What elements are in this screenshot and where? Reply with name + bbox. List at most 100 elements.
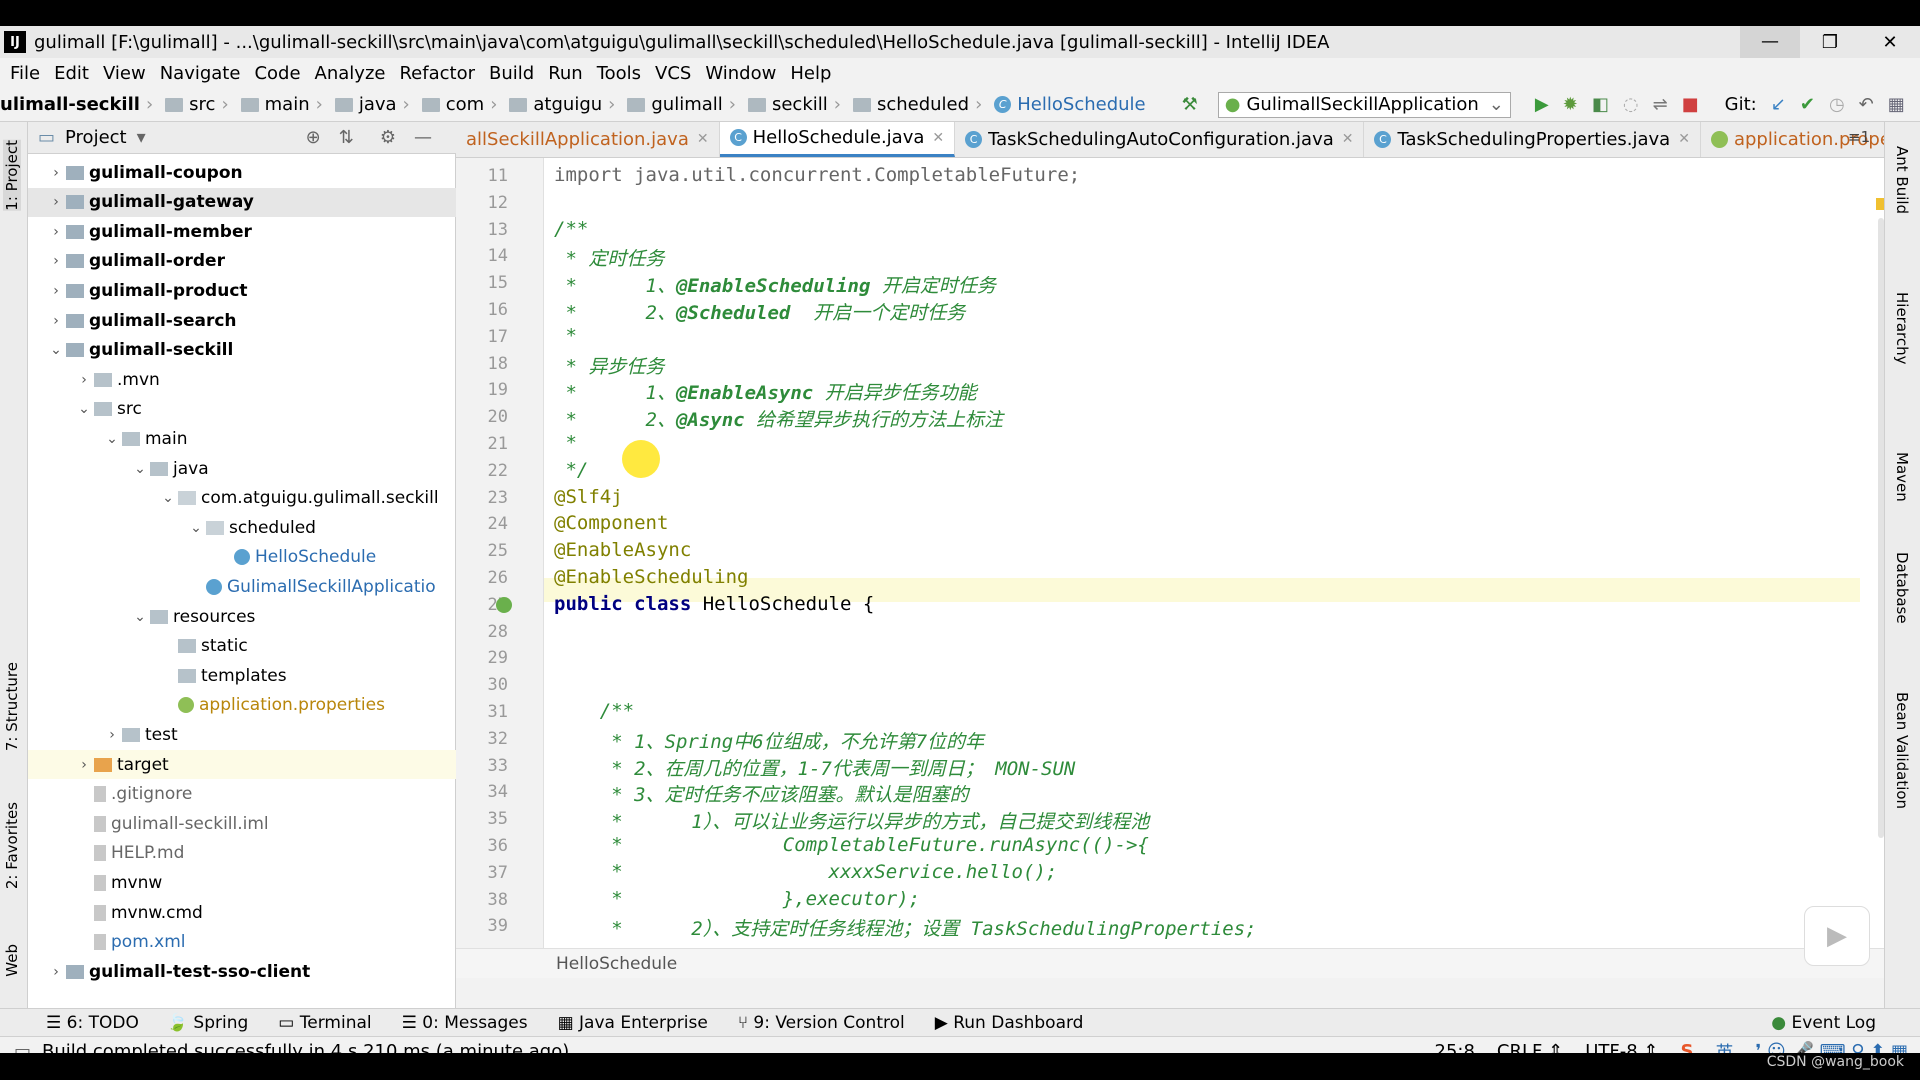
close-icon[interactable]: ✕ [697, 131, 709, 147]
code-line[interactable]: * },executor); [554, 888, 920, 910]
debug-icon[interactable]: ✹ [1563, 94, 1578, 115]
minimize-button[interactable]: — [1740, 26, 1800, 58]
chevron-down-icon[interactable]: ⌄ [130, 461, 150, 477]
code-line[interactable]: * 1、@EnableScheduling 开启定时任务 [554, 271, 995, 298]
line-separator[interactable]: CRLF ⇕ [1497, 1041, 1563, 1053]
hammer-build-icon[interactable]: ⚒ [1182, 94, 1198, 115]
attach-icon[interactable]: ⇌ [1653, 94, 1668, 115]
editor-tab[interactable]: C TaskSchedulingAutoConfiguration.java ✕ [955, 122, 1365, 157]
tree-item[interactable]: › test [28, 720, 456, 749]
tree-item[interactable]: HELP.md [28, 839, 456, 868]
close-icon[interactable]: ✕ [932, 130, 944, 146]
tool-tab-bean-validation[interactable]: Bean Validation [1893, 692, 1911, 809]
code-line[interactable]: import java.util.concurrent.CompletableF… [554, 164, 1080, 186]
crumb-com[interactable]: com › [421, 94, 504, 115]
chevron-right-icon[interactable]: › [46, 964, 66, 980]
git-history-icon[interactable]: ◷ [1829, 94, 1845, 115]
code-line[interactable]: * 1、@EnableAsync 开启异步任务功能 [554, 378, 976, 405]
code-line[interactable]: public class HelloSchedule { [554, 593, 874, 615]
menu-refactor[interactable]: Refactor [399, 63, 475, 84]
tool-event-log[interactable]: ● Event Log [1771, 1013, 1876, 1033]
tool-tab-structure[interactable]: 7: Structure [3, 662, 21, 751]
menu-view[interactable]: View [103, 63, 146, 84]
tree-item[interactable]: ⌄ java [28, 454, 456, 483]
chevron-down-icon[interactable]: ⌄ [74, 401, 94, 417]
close-icon[interactable]: ✕ [1342, 131, 1354, 147]
tree-item[interactable]: mvnw [28, 868, 456, 897]
crumb-main[interactable]: main › [240, 94, 329, 115]
chevron-right-icon[interactable]: › [102, 727, 122, 743]
tabs-more-button[interactable]: ≡1 [1848, 128, 1870, 146]
tree-item[interactable]: .gitignore [28, 780, 456, 809]
code-line[interactable]: * 2、@Scheduled 开启一个定时任务 [554, 298, 965, 325]
close-icon[interactable]: ✕ [1678, 131, 1690, 147]
code-line[interactable]: * [554, 432, 576, 454]
status-toggle-icon[interactable]: ▭ [14, 1041, 31, 1053]
code-line[interactable]: * 2、在周几的位置，1-7代表周一到周日； MON-SUN [554, 754, 1075, 781]
code-line[interactable]: @EnableAsync [554, 539, 691, 561]
chevron-down-icon[interactable]: ⌄ [186, 520, 206, 536]
crumb-gulimall[interactable]: gulimall › [627, 94, 742, 115]
gear-icon[interactable]: ⚙ [380, 127, 396, 148]
editor-tab[interactable]: C TaskSchedulingProperties.java ✕ [1364, 122, 1701, 157]
run-configuration-select[interactable]: ● GulimallSeckillApplication ⌄ [1217, 91, 1511, 118]
close-button[interactable]: ✕ [1860, 32, 1920, 53]
code-line[interactable]: * 异步任务 [554, 352, 664, 379]
menu-edit[interactable]: Edit [54, 63, 89, 84]
tree-item[interactable]: GulimallSeckillApplicatio [28, 572, 456, 601]
ime-language[interactable]: 英 [1715, 1039, 1733, 1054]
tool-messages[interactable]: ☰ 0: Messages [402, 1013, 528, 1033]
tool-tab-favorites[interactable]: 2: Favorites [3, 802, 21, 889]
tool-tab-project[interactable]: 1: Project [3, 140, 21, 211]
tool-tab-maven[interactable]: Maven [1893, 452, 1911, 502]
crumb-class[interactable]: C HelloSchedule [994, 94, 1146, 115]
project-structure-icon[interactable]: ▦ [1888, 94, 1905, 115]
crumb-module[interactable]: ulimall-seckill › [0, 94, 159, 115]
chevron-right-icon[interactable]: › [46, 165, 66, 181]
chevron-down-icon[interactable]: ⌄ [46, 342, 66, 358]
tool-run-dashboard[interactable]: ▶ Run Dashboard [935, 1013, 1084, 1033]
collapse-all-icon[interactable]: ⇅ [339, 127, 354, 148]
code-editor[interactable]: 1112131415161718192021222324252627282930… [456, 158, 1888, 948]
ime-tool-icons[interactable]: ❜ ☺ 🎤 ⌨ ⚲ ⬆ ▦ [1755, 1041, 1908, 1053]
code-line[interactable]: * [554, 325, 576, 347]
code-line[interactable]: * CompletableFuture.runAsync(()->{ [554, 834, 1149, 856]
tree-item[interactable]: ⌄ gulimall-seckill [28, 336, 456, 365]
menu-code[interactable]: Code [254, 63, 300, 84]
tree-item[interactable]: › .mvn [28, 365, 456, 394]
chevron-right-icon[interactable]: › [46, 283, 66, 299]
tree-item[interactable]: › gulimall-member [28, 217, 456, 246]
tree-item[interactable]: ⌄ src [28, 395, 456, 424]
editor-tab[interactable]: allSeckillApplication.java ✕ [456, 122, 720, 157]
tree-item[interactable]: application.properties [28, 691, 456, 720]
tool-todo[interactable]: ☰ 6: TODO [46, 1013, 139, 1033]
menu-window[interactable]: Window [705, 63, 776, 84]
file-encoding[interactable]: UTF-8 ⇕ [1585, 1041, 1658, 1053]
code-line[interactable]: * xxxxService.hello(); [554, 861, 1057, 883]
tree-item[interactable]: › gulimall-test-sso-client [28, 957, 456, 986]
code-line[interactable]: /** [554, 218, 588, 240]
profile-icon[interactable]: ◌ [1623, 94, 1639, 115]
chevron-right-icon[interactable]: › [46, 313, 66, 329]
chevron-right-icon[interactable]: › [46, 253, 66, 269]
git-update-icon[interactable]: ↙ [1771, 94, 1786, 115]
tree-item[interactable]: static [28, 632, 456, 661]
tool-spring[interactable]: 🍃 Spring [167, 1013, 248, 1033]
restore-button[interactable]: ❐ [1800, 32, 1860, 53]
code-line[interactable]: @EnableScheduling [554, 566, 748, 588]
video-play-overlay-icon[interactable]: ▶ [1804, 906, 1870, 966]
tree-item[interactable]: ⌄ com.atguigu.gulimall.seckill [28, 484, 456, 513]
tool-version-control[interactable]: ⑂ 9: Version Control [738, 1013, 905, 1033]
menu-run[interactable]: Run [548, 63, 583, 84]
run-icon[interactable]: ▶ [1535, 94, 1549, 115]
tool-tab-ant[interactable]: Ant Build [1893, 146, 1911, 214]
tree-item[interactable]: › gulimall-product [28, 276, 456, 305]
undo-icon[interactable]: ↶ [1859, 94, 1874, 115]
tree-item[interactable]: ⌄ scheduled [28, 513, 456, 542]
tree-item[interactable]: › gulimall-search [28, 306, 456, 335]
tool-terminal[interactable]: ▭ Terminal [278, 1013, 371, 1033]
git-commit-icon[interactable]: ✔ [1800, 94, 1815, 115]
chevron-right-icon[interactable]: › [46, 224, 66, 240]
menu-analyze[interactable]: Analyze [315, 63, 386, 84]
chevron-down-icon[interactable]: ⌄ [130, 609, 150, 625]
